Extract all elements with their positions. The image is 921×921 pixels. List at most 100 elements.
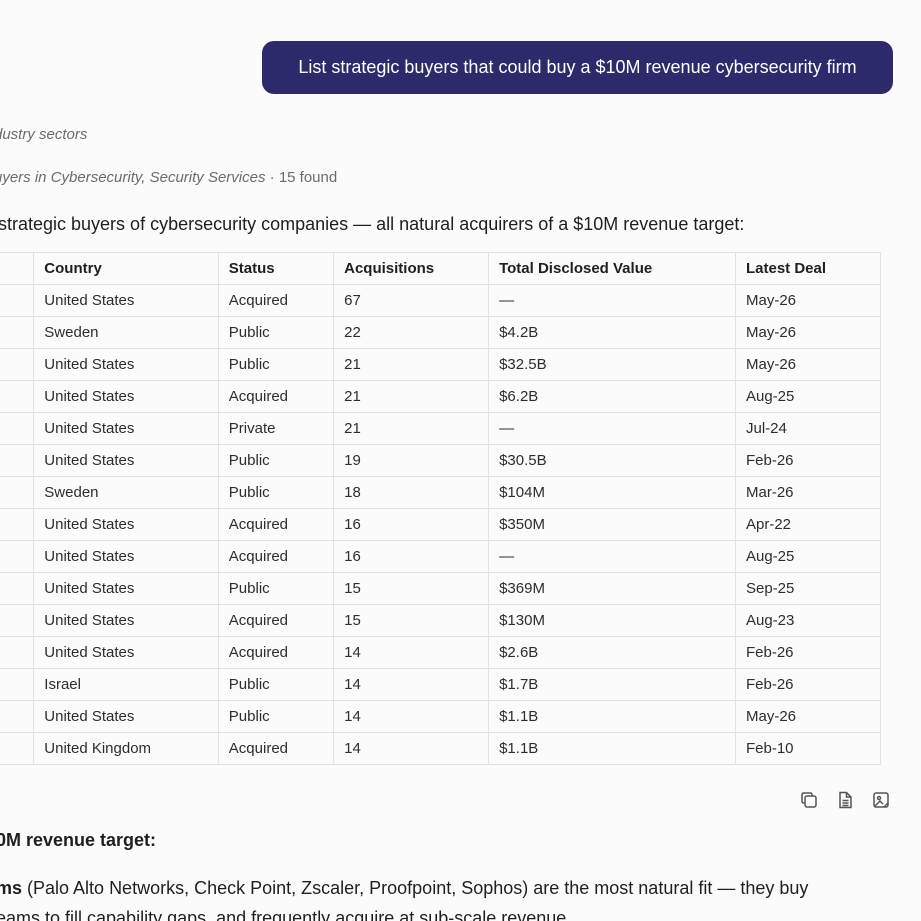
cell-country: United States — [33, 444, 219, 477]
cell-total-value: $1.7B — [488, 668, 736, 701]
cell-country: United States — [33, 572, 219, 605]
cell-total-value: $1.1B — [488, 700, 736, 733]
cell-acquisitions: 22 — [333, 316, 490, 349]
table-header-latest-deal: Latest Deal — [735, 252, 881, 285]
cell-latest-deal: May-26 — [735, 284, 881, 317]
tool-call-sectors: dustry sectors — [0, 126, 87, 143]
cell-latest-deal: May-26 — [735, 348, 881, 381]
table-row: United States Acquired 67— May-26 — [0, 284, 881, 317]
table-row: United States Public 15 $369M Sep-25 — [0, 572, 881, 605]
cell-status: Acquired — [217, 604, 335, 637]
copy-button[interactable] — [798, 789, 820, 811]
cell-acquisitions: 16 — [333, 540, 490, 573]
cell-total-value: $32.5B — [488, 348, 736, 381]
cell-name — [0, 668, 35, 701]
table-header-name — [0, 252, 35, 285]
cell-name — [0, 412, 35, 445]
cell-status: Public — [217, 476, 335, 509]
cell-name — [0, 636, 35, 669]
table-row: United States Public 21 $32.5B May-26 — [0, 348, 881, 381]
paragraph-line-1: ms (Palo Alto Networks, Check Point, Zsc… — [0, 873, 808, 903]
chat-page: List strategic buyers that could buy a $… — [0, 0, 921, 921]
table-body: United States Acquired 67— May-26 Sweden Publ… — [0, 284, 881, 765]
cell-acquisitions: 14 — [333, 700, 490, 733]
cell-acquisitions: 19 — [333, 444, 490, 477]
cell-acquisitions: 21 — [333, 348, 490, 381]
table-row: United States Public 14 $1.1B May-26 — [0, 700, 881, 733]
table-header-acquisitions: Acquisitions — [333, 252, 490, 285]
cell-total-value: $369M — [488, 572, 736, 605]
cell-acquisitions: 14 — [333, 732, 490, 765]
table-header-total-value: Total Disclosed Value — [488, 252, 736, 285]
table-row: United States Acquired 14 $2.6B Feb-26 — [0, 636, 881, 669]
cell-status: Public — [217, 700, 335, 733]
paragraph-line-2: eams to fill capability gaps, and freque… — [0, 908, 572, 921]
table-row: Sweden Public 22 $4.2B May-26 — [0, 316, 881, 349]
cell-status: Public — [217, 316, 335, 349]
export-document-button[interactable] — [834, 789, 856, 811]
cell-total-value: $6.2B — [488, 380, 736, 413]
cell-country: Sweden — [33, 476, 219, 509]
image-icon — [873, 792, 889, 808]
tool-call-buyers-count: · 15 found — [265, 169, 338, 186]
cell-country: United States — [33, 508, 219, 541]
cell-status: Acquired — [217, 540, 335, 573]
document-icon — [839, 791, 852, 809]
message-actions — [798, 789, 892, 811]
table-header-row: Country Status Acquisitions Total Disclo… — [0, 252, 881, 285]
table-row: United States Acquired 16 $350M Apr-22 — [0, 508, 881, 541]
cell-status: Acquired — [217, 380, 335, 413]
cell-name — [0, 444, 35, 477]
cell-acquisitions: 16 — [333, 508, 490, 541]
buyers-table: Country Status Acquisitions Total Disclo… — [0, 252, 881, 765]
export-image-button[interactable] — [870, 789, 892, 811]
cell-acquisitions: 21 — [333, 412, 490, 445]
cell-status: Public — [217, 668, 335, 701]
cell-acquisitions: 18 — [333, 476, 490, 509]
assistant-paragraph: ms (Palo Alto Networks, Check Point, Zsc… — [0, 873, 808, 921]
table-row: Israel Public 14 $1.7B Feb-26 — [0, 668, 881, 701]
cell-status: Acquired — [217, 732, 335, 765]
cell-name — [0, 476, 35, 509]
cell-status: Private — [217, 412, 335, 445]
table-header-country: Country — [33, 252, 219, 285]
table-row: United States Acquired 15 $130M Aug-23 — [0, 604, 881, 637]
cell-total-value: — — [488, 412, 736, 445]
assistant-intro: strategic buyers of cybersecurity compan… — [0, 214, 745, 234]
cell-acquisitions: 14 — [333, 636, 490, 669]
cell-latest-deal: Feb-26 — [735, 444, 881, 477]
cell-status: Acquired — [217, 508, 335, 541]
cell-latest-deal: Feb-26 — [735, 668, 881, 701]
cell-name — [0, 284, 35, 317]
cell-name — [0, 316, 35, 349]
cell-name — [0, 572, 35, 605]
table-row: Sweden Public 18 $104M Mar-26 — [0, 476, 881, 509]
cell-total-value: $4.2B — [488, 316, 736, 349]
cell-name — [0, 732, 35, 765]
cell-latest-deal: Mar-26 — [735, 476, 881, 509]
table-row: United Kingdom Acquired 14 $1.1B Feb-10 — [0, 732, 881, 765]
cell-latest-deal: Aug-23 — [735, 604, 881, 637]
tool-call-sectors-text: dustry sectors — [0, 126, 88, 143]
cell-latest-deal: Aug-25 — [735, 380, 881, 413]
cell-acquisitions: 14 — [333, 668, 490, 701]
cell-name — [0, 508, 35, 541]
table-row: United States Public 19 $30.5B Feb-26 — [0, 444, 881, 477]
user-message-bubble: List strategic buyers that could buy a $… — [262, 41, 893, 94]
cell-latest-deal: Feb-26 — [735, 636, 881, 669]
cell-status: Acquired — [217, 284, 335, 317]
cell-status: Public — [217, 348, 335, 381]
cell-country: United States — [33, 348, 219, 381]
cell-country: Israel — [33, 668, 219, 701]
cell-country: United States — [33, 284, 219, 317]
cell-latest-deal: Jul-24 — [735, 412, 881, 445]
cell-total-value: — — [488, 540, 736, 573]
cell-latest-deal: Aug-25 — [735, 540, 881, 573]
tool-call-buyers: uyers in Cybersecurity, Security Service… — [0, 169, 337, 186]
cell-country: United Kingdom — [33, 732, 219, 765]
cell-country: United States — [33, 380, 219, 413]
cell-status: Public — [217, 572, 335, 605]
tool-call-buyers-text: uyers in Cybersecurity, Security Service… — [0, 169, 266, 186]
section-heading: 0M revenue target: — [0, 830, 157, 850]
cell-status: Public — [217, 444, 335, 477]
